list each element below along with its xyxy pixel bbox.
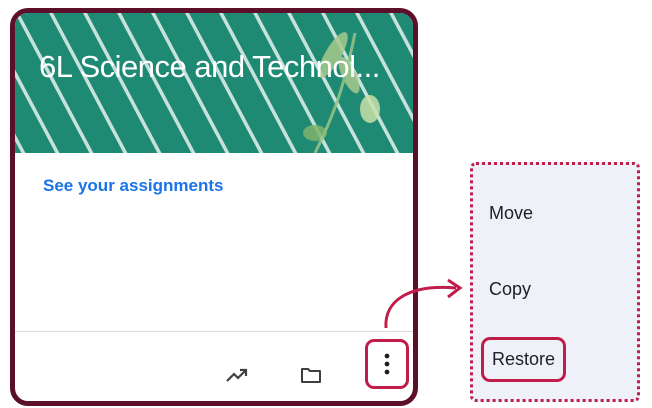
menu-item-restore[interactable]: Restore bbox=[481, 337, 567, 382]
menu-item-move[interactable]: Move bbox=[489, 203, 533, 224]
menu-item-copy[interactable]: Copy bbox=[489, 279, 531, 300]
more-options-button[interactable] bbox=[365, 339, 409, 389]
class-title[interactable]: 6L Science and Technol... bbox=[39, 49, 380, 85]
folder-icon[interactable] bbox=[295, 359, 327, 391]
class-card[interactable]: 6L Science and Technol... See your assig… bbox=[10, 8, 418, 406]
card-divider bbox=[15, 331, 413, 332]
see-assignments-link[interactable]: See your assignments bbox=[43, 176, 223, 196]
trending-up-icon[interactable] bbox=[221, 359, 253, 391]
class-banner: 6L Science and Technol... bbox=[15, 13, 413, 153]
card-options-menu: Move Copy Restore bbox=[470, 162, 640, 402]
more-vert-icon bbox=[384, 353, 390, 375]
curved-arrow-icon bbox=[384, 278, 463, 329]
